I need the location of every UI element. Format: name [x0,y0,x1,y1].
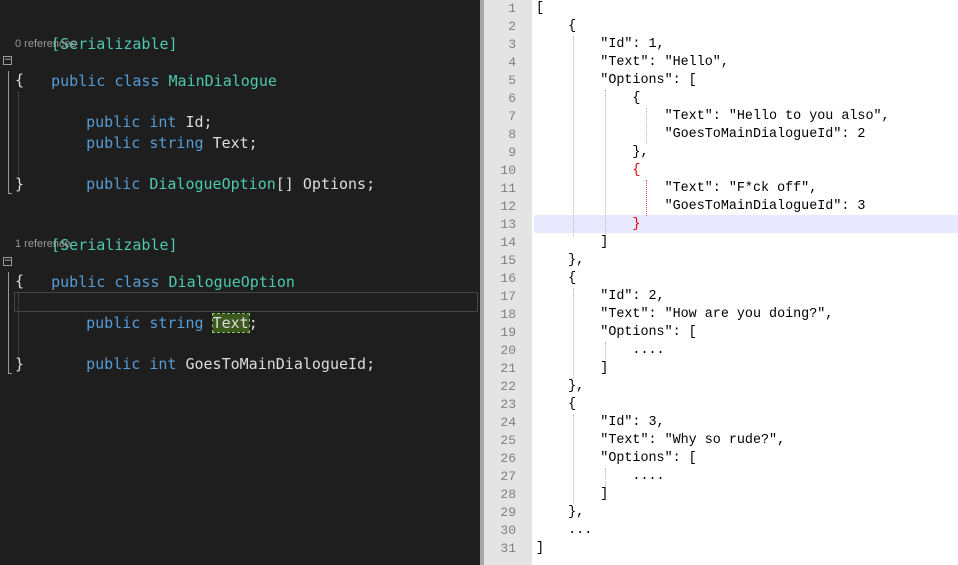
code-line[interactable]: "Options": [ [536,72,696,90]
line-number: 20 [500,343,516,358]
line-number: 24 [500,415,516,430]
csharp-editor[interactable]: [Serializable] 0 references − public cla… [0,0,480,565]
block-bracket [8,272,9,373]
code-line[interactable]: { [536,270,576,288]
line-number: 6 [508,91,516,106]
brace-line[interactable]: { [15,70,24,91]
class-name: DialogueOption [168,273,295,291]
collapse-icon[interactable]: − [3,56,12,65]
code-line[interactable]: ] [536,540,544,558]
line-number: 3 [508,37,516,52]
brace-line[interactable]: } [15,354,24,375]
code-line[interactable]: "Id": 2, [536,288,664,306]
field-line[interactable]: public string Text; [50,112,258,152]
code-line[interactable]: } [536,216,640,234]
line-number: 8 [508,127,516,142]
block-bracket [8,71,9,193]
code-line[interactable]: [ [536,0,544,18]
brace-line[interactable]: { [15,271,24,292]
code-line[interactable]: }, [536,378,584,396]
line-number: 25 [500,433,516,448]
code-line[interactable]: .... [536,342,664,360]
attribute-line[interactable]: [Serializable] [15,13,177,53]
block-bracket-end [8,193,12,194]
references-codelens[interactable]: 0 references [15,37,76,51]
field-line[interactable]: public int GoesToMainDialogueId; [50,333,375,373]
line-number: 7 [508,109,516,124]
line-number: 31 [500,541,516,556]
line-number: 14 [500,235,516,250]
line-number: 4 [508,55,516,70]
code-line[interactable]: "Options": [ [536,324,696,342]
line-number: 23 [500,397,516,412]
line-number: 27 [500,469,516,484]
line-number: 5 [508,73,516,88]
line-number: 13 [500,217,516,232]
code-line[interactable]: { [536,162,640,180]
line-number: 10 [500,163,516,178]
references-codelens[interactable]: 1 reference [15,237,71,251]
collapse-icon[interactable]: − [3,257,12,266]
code-line[interactable]: "Text": "Hello to you also", [536,108,890,126]
code-line[interactable]: ] [536,486,608,504]
code-line[interactable]: "Options": [ [536,450,696,468]
code-line[interactable]: }, [536,504,584,522]
code-line[interactable]: "Text": "Why so rude?", [536,432,785,450]
line-number: 21 [500,361,516,376]
brace-line[interactable]: } [15,174,24,195]
code-line[interactable]: "GoesToMainDialogueId": 3 [536,198,866,216]
code-line[interactable]: }, [536,252,584,270]
code-line[interactable]: ] [536,360,608,378]
line-number: 1 [508,1,516,16]
code-line[interactable]: "Id": 1, [536,36,664,54]
line-number: 29 [500,505,516,520]
line-number: 22 [500,379,516,394]
code-line[interactable]: { [536,396,576,414]
line-number: 18 [500,307,516,322]
line-number: 28 [500,487,516,502]
line-number: 15 [500,253,516,268]
code-line[interactable]: .... [536,468,664,486]
code-line[interactable]: }, [536,144,648,162]
line-number: 16 [500,271,516,286]
line-number: 12 [500,199,516,214]
line-number: 2 [508,19,516,34]
class-declaration-line[interactable]: public class DialogueOption [15,251,295,291]
line-number: 17 [500,289,516,304]
line-number: 26 [500,451,516,466]
code-line[interactable]: ] [536,234,608,252]
class-declaration-line[interactable]: public class MainDialogue [15,50,277,90]
code-line[interactable]: "GoesToMainDialogueId": 2 [536,126,866,144]
code-line[interactable]: { [536,18,576,36]
code-line[interactable]: "Text": "Hello", [536,54,729,72]
class-name: MainDialogue [168,72,277,90]
code-line[interactable]: ... [536,522,592,540]
json-editor[interactable]: [ { "Id": 1, "Text": "Hello", "Options":… [484,0,958,565]
code-line[interactable]: "Text": "How are you doing?", [536,306,833,324]
line-number: 9 [508,145,516,160]
block-bracket-end [8,373,12,374]
line-number: 19 [500,325,516,340]
field-line[interactable]: public int Id; [50,91,212,131]
code-line[interactable]: { [536,90,640,108]
code-line[interactable]: "Text": "F*ck off", [536,180,818,198]
code-line[interactable]: "Id": 3, [536,414,664,432]
line-number: 30 [500,523,516,538]
field-line[interactable]: public DialogueOption[] Options; [50,153,375,193]
line-number: 11 [500,181,516,196]
field-line[interactable]: public string Text; [50,292,258,333]
highlighted-identifier[interactable]: Text [211,313,250,333]
attribute-line[interactable]: [Serializable] [15,214,177,254]
